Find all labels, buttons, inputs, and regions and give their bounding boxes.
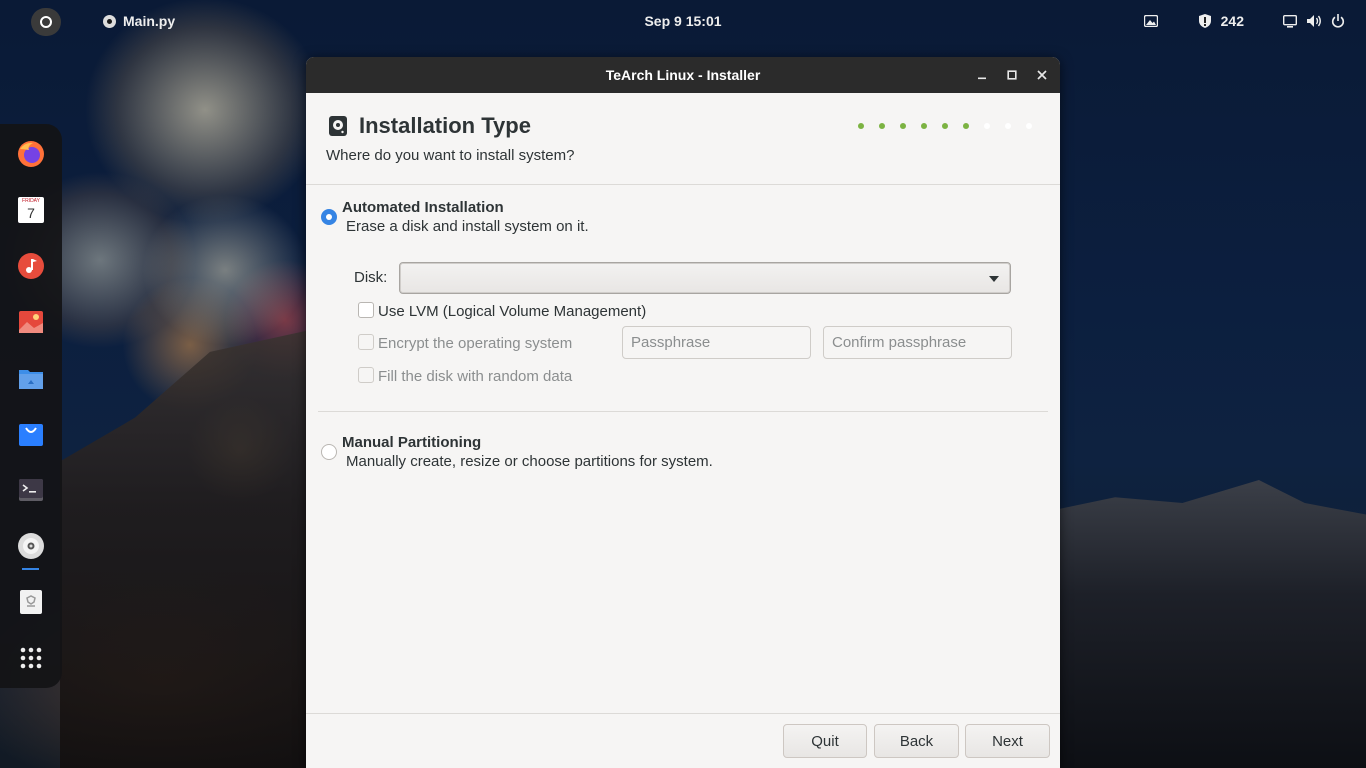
step-progress xyxy=(858,123,1032,129)
activities-icon xyxy=(40,16,52,28)
random-fill-label[interactable]: Fill the disk with random data xyxy=(378,368,572,385)
app-menu-label: Main.py xyxy=(123,13,176,29)
disc-installer-icon[interactable] xyxy=(17,532,45,560)
close-button[interactable] xyxy=(1033,66,1051,84)
disk-dropdown[interactable] xyxy=(399,262,1011,294)
next-button[interactable]: Next xyxy=(965,724,1050,758)
encrypt-checkbox[interactable] xyxy=(358,334,374,350)
step-dot xyxy=(984,123,990,129)
power-icon[interactable] xyxy=(1330,11,1346,31)
passphrase-input[interactable] xyxy=(622,326,811,359)
lvm-checkbox[interactable] xyxy=(358,302,374,318)
page-subtitle: Where do you want to install system? xyxy=(326,147,575,164)
options-divider xyxy=(318,411,1048,412)
dock: FRIDAY 7 xyxy=(0,124,62,688)
shield-icon[interactable] xyxy=(1197,11,1213,31)
files-icon[interactable] xyxy=(17,364,45,392)
clock-label[interactable]: Sep 9 15:01 xyxy=(644,13,721,29)
button-bar: Quit Back Next xyxy=(306,713,1060,768)
random-fill-checkbox[interactable] xyxy=(358,367,374,383)
window-title: TeArch Linux - Installer xyxy=(605,67,761,83)
quit-button[interactable]: Quit xyxy=(783,724,867,758)
software-store-icon[interactable] xyxy=(17,420,45,448)
top-bar: Main.py Sep 9 15:01 242 xyxy=(0,0,1366,44)
automated-install-description: Erase a disk and install system on it. xyxy=(346,218,589,235)
calendar-day-name: FRIDAY xyxy=(22,198,40,204)
disk-icon xyxy=(329,116,347,136)
firefox-icon[interactable] xyxy=(17,140,45,168)
page-header: Installation Type Where do you want to i… xyxy=(306,93,1060,185)
step-dot xyxy=(1026,123,1032,129)
music-icon[interactable] xyxy=(17,252,45,280)
terminal-icon[interactable] xyxy=(17,476,45,504)
installation-options: Automated Installation Erase a disk and … xyxy=(306,185,1060,713)
step-dot xyxy=(900,123,906,129)
step-dot xyxy=(942,123,948,129)
automated-install-title[interactable]: Automated Installation xyxy=(342,199,504,216)
app-gear-icon xyxy=(103,14,116,28)
manual-partitioning-description: Manually create, resize or choose partit… xyxy=(346,453,713,470)
lvm-label[interactable]: Use LVM (Logical Volume Management) xyxy=(378,303,646,320)
step-dot xyxy=(879,123,885,129)
wallpaper-mountain-right xyxy=(1060,480,1366,768)
installer-window: TeArch Linux - Installer Installation Ty… xyxy=(306,57,1060,768)
chevron-down-icon xyxy=(989,276,999,282)
activities-button[interactable] xyxy=(31,8,61,36)
maximize-icon xyxy=(1007,70,1017,80)
volume-icon[interactable] xyxy=(1306,11,1322,31)
running-indicator xyxy=(22,568,39,570)
window-titlebar[interactable]: TeArch Linux - Installer xyxy=(306,57,1060,93)
manual-partitioning-radio[interactable] xyxy=(321,444,337,460)
encrypt-label[interactable]: Encrypt the operating system xyxy=(378,335,572,352)
page-title: Installation Type xyxy=(359,113,531,138)
system-tray[interactable]: 242 xyxy=(1143,11,1346,31)
maximize-button[interactable] xyxy=(1003,66,1021,84)
calendar-day-number: 7 xyxy=(27,205,35,221)
screen-icon[interactable] xyxy=(1282,11,1298,31)
step-dot xyxy=(921,123,927,129)
minimize-button[interactable] xyxy=(973,66,991,84)
calendar-icon[interactable]: FRIDAY 7 xyxy=(17,196,45,224)
close-icon xyxy=(1037,70,1047,80)
automated-install-radio[interactable] xyxy=(321,209,337,225)
manual-partitioning-title[interactable]: Manual Partitioning xyxy=(342,434,481,451)
step-dot xyxy=(963,123,969,129)
disk-label: Disk: xyxy=(354,269,388,286)
minimize-icon xyxy=(978,77,986,80)
step-dot xyxy=(1005,123,1011,129)
image-icon[interactable] xyxy=(1143,11,1159,31)
confirm-passphrase-input[interactable] xyxy=(823,326,1012,359)
trash-icon[interactable] xyxy=(17,588,45,616)
app-menu[interactable]: Main.py xyxy=(103,13,175,29)
app-grid-icon[interactable] xyxy=(17,644,45,672)
image-viewer-icon[interactable] xyxy=(17,308,45,336)
shield-count: 242 xyxy=(1220,13,1244,29)
back-button[interactable]: Back xyxy=(874,724,959,758)
step-dot xyxy=(858,123,864,129)
